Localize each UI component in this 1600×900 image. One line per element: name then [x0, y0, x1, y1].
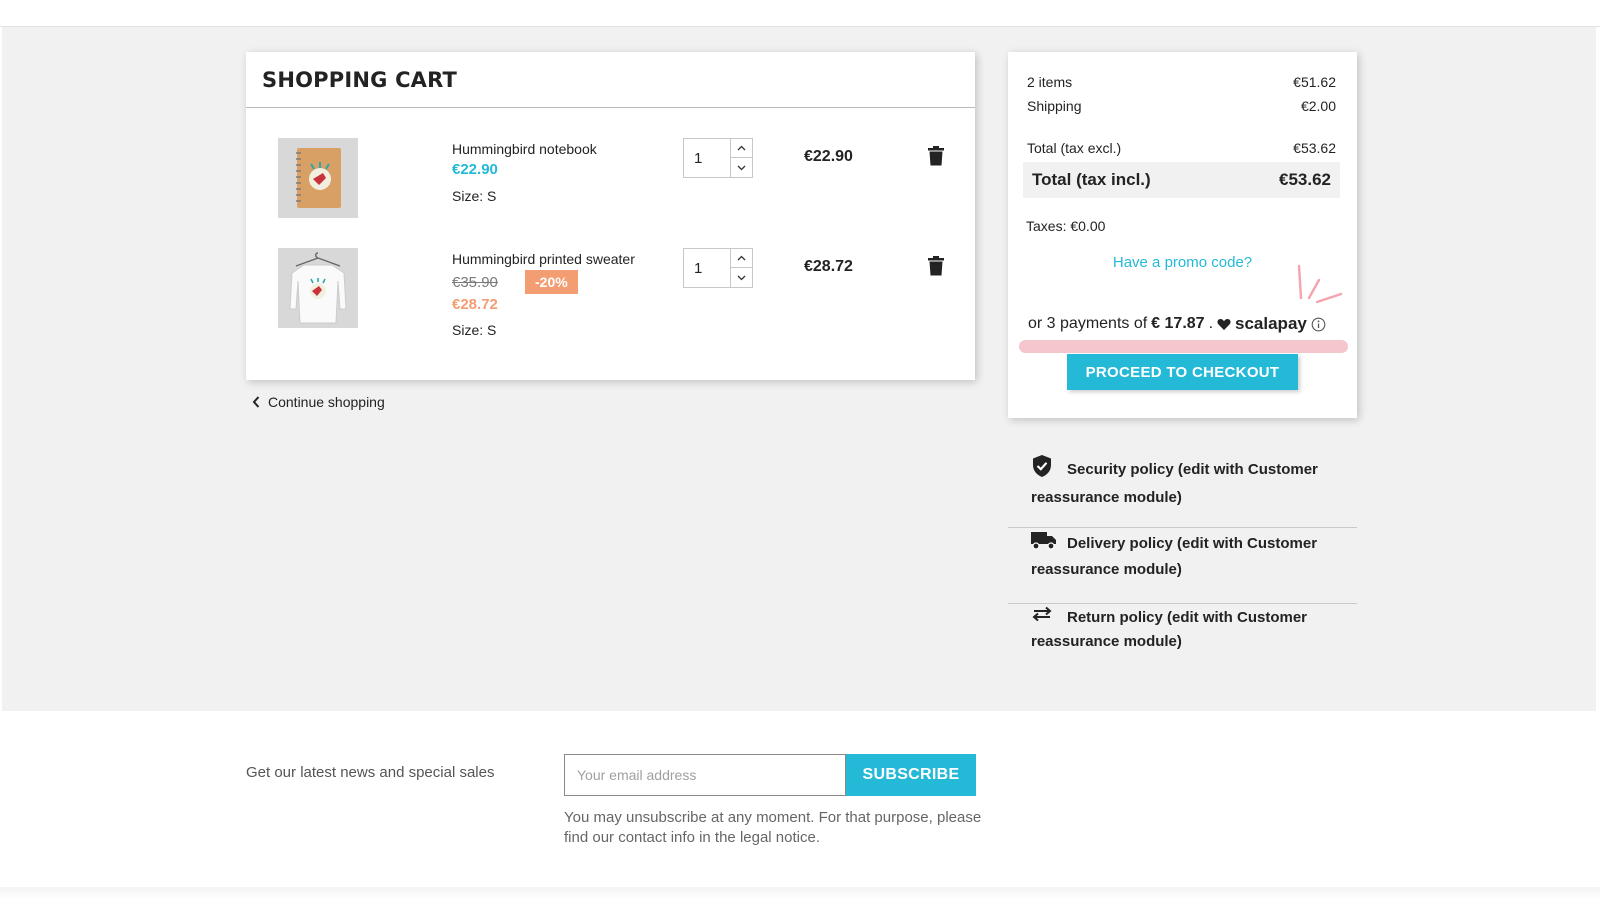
- chevron-down-icon: [737, 275, 746, 280]
- installments-dot: .: [1208, 315, 1214, 332]
- top-strip: [0, 0, 1600, 27]
- sparkle-decoration-icon: [1297, 264, 1343, 304]
- reassurance-delivery: Delivery policy (edit with Customer reas…: [1008, 530, 1357, 582]
- info-icon[interactable]: [1311, 317, 1326, 332]
- reassurance-text: Return policy (edit with Customer reassu…: [1031, 609, 1308, 651]
- quantity-buttons: [730, 139, 752, 177]
- truck-icon: [1031, 530, 1056, 558]
- cart-item: Hummingbird notebook €22.90 Size: S €22.…: [246, 136, 975, 246]
- reassurance-security: Security policy (edit with Customer reas…: [1008, 454, 1357, 510]
- total-excl-label: Total (tax excl.): [1027, 140, 1122, 156]
- quantity-input[interactable]: [684, 139, 731, 177]
- cart-item: Hummingbird printed sweater €35.90 -20% …: [246, 246, 975, 356]
- quantity-stepper: [683, 138, 753, 178]
- newsletter-email-input[interactable]: [564, 754, 846, 796]
- cart-header: SHOPPING CART: [246, 52, 975, 108]
- scalapay-installments: or 3 payments of € 17.87 . scalapay: [1028, 314, 1326, 334]
- shipping-value: €2.00: [1300, 98, 1336, 114]
- items-count: 2 items: [1027, 74, 1073, 90]
- item-price: €22.90: [452, 161, 498, 178]
- newsletter-note: You may unsubscribe at any moment. For t…: [564, 809, 982, 846]
- sweater-image[interactable]: [278, 248, 358, 328]
- quantity-buttons: [730, 249, 752, 287]
- reassurance-text: Delivery policy (edit with Customer reas…: [1031, 534, 1318, 578]
- total-incl-label: Total (tax incl.): [1032, 170, 1151, 189]
- increment-button[interactable]: [731, 249, 752, 268]
- shield-check-icon: [1031, 454, 1055, 486]
- notebook-image[interactable]: [278, 138, 358, 218]
- chevron-up-icon: [737, 255, 746, 261]
- increment-button[interactable]: [731, 139, 752, 158]
- item-size: Size: S: [452, 322, 497, 338]
- summary-total-excl-row: Total (tax excl.) €53.62: [1027, 140, 1336, 156]
- decrement-button[interactable]: [731, 158, 752, 177]
- item-line-total: €28.72: [804, 258, 853, 275]
- item-old-price: €35.90: [452, 274, 498, 291]
- total-excl-value: €53.62: [1293, 140, 1336, 156]
- heart-icon: [1217, 318, 1231, 330]
- item-line-total: €22.90: [804, 148, 853, 165]
- cart-title: SHOPPING CART: [262, 68, 458, 92]
- subscribe-button[interactable]: SUBSCRIBE: [846, 754, 976, 796]
- quantity-stepper: [683, 248, 753, 288]
- item-size: Size: S: [452, 188, 497, 204]
- continue-shopping-link[interactable]: Continue shopping: [252, 394, 385, 410]
- installments-prefix: or 3 payments of: [1028, 315, 1148, 332]
- item-price: €28.72: [452, 296, 498, 313]
- newsletter-label: Get our latest news and special sales: [246, 764, 495, 781]
- shipping-label: Shipping: [1027, 98, 1082, 114]
- cart-panel: SHOPPING CART Hummingbird notebook €22.9…: [246, 52, 975, 380]
- swap-arrows-icon: [1031, 606, 1055, 630]
- divider: [1008, 527, 1357, 528]
- taxes-line: Taxes: €0.00: [1026, 218, 1106, 234]
- reassurance-text: Security policy (edit with Customer reas…: [1031, 460, 1318, 506]
- trash-icon[interactable]: [928, 256, 944, 276]
- summary-shipping-row: Shipping €2.00: [1027, 98, 1336, 114]
- divider: [1008, 603, 1357, 604]
- summary-total-incl-row: Total (tax incl.) €53.62: [1023, 162, 1340, 198]
- chevron-down-icon: [737, 165, 746, 170]
- discount-badge: -20%: [525, 270, 578, 294]
- cart-summary: 2 items €51.62 Shipping €2.00 Total (tax…: [1008, 52, 1357, 418]
- scalapay-highlight-bar: [1019, 340, 1348, 353]
- proceed-to-checkout-button[interactable]: PROCEED TO CHECKOUT: [1067, 354, 1298, 390]
- quantity-input[interactable]: [684, 249, 731, 287]
- trash-icon[interactable]: [928, 146, 944, 166]
- total-incl-value: €53.62: [1279, 170, 1331, 189]
- scalapay-logo: scalapay: [1235, 314, 1307, 333]
- decrement-button[interactable]: [731, 268, 752, 287]
- item-name[interactable]: Hummingbird printed sweater: [452, 251, 635, 267]
- footer-shadow: [0, 887, 1600, 900]
- sweater-illustration: [289, 252, 347, 324]
- installments-amount: € 17.87: [1151, 315, 1205, 332]
- reassurance-return: Return policy (edit with Customer reassu…: [1008, 606, 1357, 654]
- chevron-left-icon: [252, 396, 260, 408]
- summary-items-row: 2 items €51.62: [1027, 74, 1336, 90]
- notebook-illustration: [296, 148, 341, 208]
- chevron-up-icon: [737, 145, 746, 151]
- item-name[interactable]: Hummingbird notebook: [452, 141, 597, 157]
- continue-shopping-label: Continue shopping: [268, 394, 385, 410]
- items-subtotal: €51.62: [1293, 74, 1336, 90]
